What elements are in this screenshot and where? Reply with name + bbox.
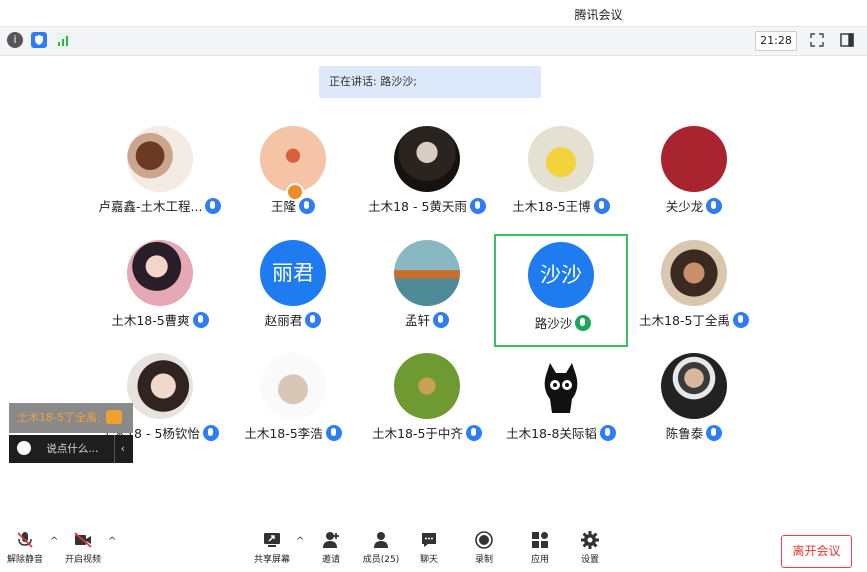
participant-tile[interactable]: 土木18-5李浩 — [227, 339, 359, 451]
unmute-button[interactable]: 解除静音 — [1, 530, 49, 565]
video-off-icon — [74, 532, 92, 548]
participant-name: 关少龙 — [665, 199, 704, 214]
title-bar: 腾讯会议 — [0, 0, 867, 26]
participant-name: 王隆 — [270, 199, 296, 214]
participant-tile[interactable]: 丽君 赵丽君 — [227, 226, 359, 338]
settings-label: 设置 — [580, 555, 599, 565]
participant-name: 路沙沙 — [534, 316, 573, 331]
participant-name: 土木18-8关际韬 — [506, 426, 597, 441]
participant-tile[interactable]: 王隆 — [227, 112, 359, 224]
mic-icon — [732, 312, 749, 328]
avatar — [127, 353, 193, 419]
record-label: 录制 — [474, 555, 493, 565]
chat-button[interactable]: 聊天 — [405, 530, 453, 565]
mic-icon — [433, 312, 449, 328]
shield-icon[interactable] — [31, 32, 47, 48]
avatar — [661, 240, 727, 306]
mic-icon — [706, 425, 723, 441]
participant-name: 陈鲁泰 — [665, 426, 704, 441]
chat-input[interactable]: 说点什么... — [46, 443, 98, 455]
sidebar-toggle-icon[interactable] — [839, 32, 855, 48]
mic-muted-icon — [17, 532, 33, 548]
participant-name: 土木18-5李浩 — [244, 426, 323, 441]
avatar — [260, 353, 326, 419]
participant-name: 土木18-5于中齐 — [372, 426, 463, 441]
meeting-clock: 21:28 — [755, 31, 797, 51]
avatar — [394, 353, 460, 419]
avatar — [127, 240, 193, 306]
participant-name: 孟轩 — [404, 313, 430, 328]
bottom-control-bar: 解除静音 ^ 开启视频 ^ 共享屏幕 ^ 邀请 成员(25) 聊天 录制 应用 … — [0, 524, 867, 572]
start-video-label: 开启视频 — [64, 555, 101, 565]
emoji-icon — [106, 410, 123, 424]
avatar: 丽君 — [260, 240, 326, 306]
chevron-up-icon[interactable]: ^ — [108, 536, 118, 547]
participant-tile[interactable]: 土木18-5丁全禹 — [628, 226, 760, 338]
chat-notification[interactable]: 土木18-5丁全禹: — [9, 403, 133, 433]
participant-name: 土木18 - 5黄天雨 — [368, 199, 467, 214]
participant-name: 赵丽君 — [264, 313, 303, 328]
record-button[interactable]: 录制 — [460, 530, 508, 565]
participant-tile[interactable]: 孟轩 — [361, 226, 493, 338]
mic-icon — [325, 425, 342, 441]
share-screen-label: 共享屏幕 — [253, 555, 290, 565]
participant-name: 卢嘉鑫-土木工程... — [98, 199, 203, 214]
mic-icon — [305, 312, 322, 328]
avatar — [661, 353, 727, 419]
avatar: 沙沙 — [528, 242, 594, 308]
avatar — [661, 126, 727, 192]
add-user-icon — [323, 532, 339, 548]
share-screen-button[interactable]: 共享屏幕 — [248, 530, 296, 565]
avatar — [528, 126, 594, 192]
start-video-button[interactable]: 开启视频 — [59, 530, 107, 565]
mic-icon — [706, 198, 723, 214]
chevron-left-icon[interactable]: ‹ — [113, 435, 125, 463]
participant-name: 土木18-5王博 — [512, 199, 591, 214]
unmute-label: 解除静音 — [6, 555, 43, 565]
avatar — [528, 353, 594, 419]
participant-tile[interactable]: 陈鲁泰 — [628, 339, 760, 451]
signal-icon[interactable] — [55, 32, 71, 48]
members-icon — [374, 532, 388, 548]
gear-icon — [581, 531, 599, 549]
avatar — [127, 126, 193, 192]
apps-icon — [532, 532, 548, 548]
chat-input-bar[interactable]: 说点什么... ‹ — [9, 435, 133, 463]
members-button[interactable]: 成员(25) — [357, 530, 405, 565]
apps-label: 应用 — [530, 555, 549, 565]
members-label: 成员(25) — [362, 555, 400, 565]
mic-speaking-icon — [575, 315, 592, 331]
participant-tile[interactable]: 土木18 - 5黄天雨 — [361, 112, 493, 224]
settings-button[interactable]: 设置 — [566, 530, 614, 565]
emoji-picker-icon[interactable] — [17, 441, 31, 455]
chat-icon — [422, 533, 436, 547]
share-screen-icon — [264, 533, 280, 547]
chevron-up-icon[interactable]: ^ — [296, 536, 306, 547]
top-toolbar: i 21:28 — [0, 26, 867, 56]
mic-icon — [299, 198, 315, 214]
apps-button[interactable]: 应用 — [516, 530, 564, 565]
leave-meeting-button[interactable]: 离开会议 — [781, 535, 852, 568]
info-icon[interactable]: i — [7, 32, 23, 48]
fullscreen-icon[interactable] — [809, 32, 825, 48]
chat-label: 聊天 — [419, 555, 438, 565]
participant-name: 土木18-5丁全禹 — [639, 313, 730, 328]
speaker-banner: 正在讲话: 路沙沙; — [319, 66, 541, 98]
participant-tile[interactable]: 土木18-5于中齐 — [361, 339, 493, 451]
invite-button[interactable]: 邀请 — [307, 530, 355, 565]
invite-label: 邀请 — [321, 555, 340, 565]
window-title: 腾讯会议 — [574, 8, 623, 22]
participant-tile[interactable]: 关少龙 — [628, 112, 760, 224]
participant-name: 土木18-5曹爽 — [111, 313, 190, 328]
avatar — [394, 240, 460, 306]
chat-message-sender: 土木18-5丁全禹: — [17, 411, 101, 424]
avatar — [394, 126, 460, 192]
participant-tile-active-speaker[interactable]: 沙沙 路沙沙 — [494, 234, 628, 347]
record-icon — [475, 531, 493, 549]
